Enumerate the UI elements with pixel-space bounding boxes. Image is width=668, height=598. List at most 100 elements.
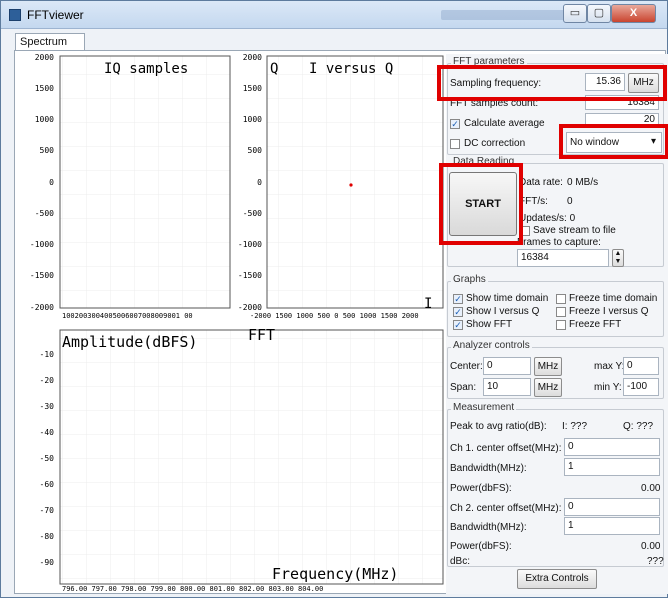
freeze-ivq-checkbox[interactable] <box>556 307 566 317</box>
tab-spectrum[interactable]: Spectrum <box>15 33 85 51</box>
save-stream-label: Save stream to file <box>533 225 616 236</box>
data-rate-label: Data rate: <box>519 177 563 188</box>
iq-ytick: 1000 <box>35 115 54 124</box>
ch2-offset-input[interactable]: 0 <box>564 498 660 516</box>
fft-ytick: -50 <box>40 454 55 463</box>
fft-x-axis-label: Frequency(MHz) <box>272 565 398 583</box>
span-input[interactable]: 10 <box>483 378 531 396</box>
graphs-title: Graphs <box>451 274 488 285</box>
highlight-sampling-frequency <box>437 65 667 101</box>
frames-to-capture-input[interactable]: 16384 <box>517 249 609 267</box>
fft-ytick: -20 <box>40 376 55 385</box>
ivq-ytick: -2000 <box>238 303 262 312</box>
highlight-window-select <box>559 124 668 159</box>
ch2-bandwidth-input[interactable]: 1 <box>564 517 660 535</box>
ivq-sample-point <box>349 183 353 187</box>
data-rate-value: 0 MB/s <box>567 177 599 188</box>
iq-plot-title: IQ samples <box>104 61 188 77</box>
ch2-power-value: 0.00 <box>641 541 661 552</box>
minimize-button[interactable]: ▭ <box>563 4 587 23</box>
iq-ytick: -2000 <box>30 303 54 312</box>
window-title: FFTviewer <box>27 8 84 22</box>
fft-xticks: 796.00 797.00 798.00 799.00 800.00 801.0… <box>62 585 323 593</box>
dc-correction-label: DC correction <box>464 138 526 149</box>
ivq-y-axis-letter: Q <box>270 61 278 77</box>
ch2-power-label: Power(dbFS): <box>450 541 512 552</box>
fft-per-second-label: FFT/s: <box>519 196 548 207</box>
ivq-ytick: 1500 <box>243 84 262 93</box>
iq-ytick: -500 <box>35 209 54 218</box>
ivq-ytick: -1500 <box>238 271 262 280</box>
maximize-button[interactable]: ▢ <box>587 4 611 23</box>
min-y-label: min Y: <box>594 382 622 393</box>
fft-ytick: -40 <box>40 428 55 437</box>
fft-y-axis-label: Amplitude(dBFS) <box>62 333 197 351</box>
fft-ytick: -70 <box>40 506 55 515</box>
calculate-average-label: Calculate average <box>464 118 545 129</box>
fft-ytick: -60 <box>40 480 55 489</box>
show-ivq-label: Show I versus Q <box>466 306 540 317</box>
min-y-input[interactable]: -100 <box>623 378 659 396</box>
freeze-fft-checkbox[interactable] <box>556 320 566 330</box>
ivq-ytick: 1000 <box>243 115 262 124</box>
fft-plot-frame <box>59 329 444 585</box>
iq-ytick: 500 <box>40 146 55 155</box>
title-bar: FFTviewer ▭ ▢ X <box>1 1 667 29</box>
iq-ytick: 0 <box>49 178 54 187</box>
dc-correction-checkbox[interactable] <box>450 139 460 149</box>
max-y-input[interactable]: 0 <box>623 357 659 375</box>
iq-samples-plot: IQ samples 2000 1500 1000 500 0 -500 -10… <box>30 53 231 320</box>
show-time-domain-checkbox[interactable]: ✓ <box>453 294 463 304</box>
app-icon <box>9 9 21 21</box>
ivq-plot-frame <box>266 55 444 309</box>
iq-plot-frame <box>59 55 231 309</box>
ivq-xticks: -2000 1500 1000 500 0 500 1000 1500 2000 <box>250 312 419 320</box>
fft-ytick: -30 <box>40 402 55 411</box>
iq-xticks: 1002003004005006007008009001 00 <box>62 312 193 320</box>
ivq-ytick: 500 <box>248 146 263 155</box>
show-fft-checkbox[interactable]: ✓ <box>453 320 463 330</box>
max-y-label: max Y: <box>594 361 625 372</box>
show-time-domain-label: Show time domain <box>466 293 549 304</box>
freeze-fft-label: Freeze FFT <box>569 319 622 330</box>
analyzer-controls-title: Analyzer controls <box>451 340 532 351</box>
ch1-power-label: Power(dbFS): <box>450 483 512 494</box>
peak-to-avg-label: Peak to avg ratio(dB): <box>450 421 547 432</box>
center-input[interactable]: 0 <box>483 357 531 375</box>
ch1-power-value: 0.00 <box>641 483 661 494</box>
fft-plot: Amplitude(dBFS) FFT -10 -20 -30 -40 -50 … <box>40 326 444 593</box>
i-versus-q-plot: Q I versus Q 2000 1500 1000 500 0 -500 -… <box>238 53 444 320</box>
updates-per-second: Updates/s: 0 <box>519 213 576 224</box>
ch2-bandwidth-label: Bandwidth(MHz): <box>450 522 527 533</box>
extra-controls-button[interactable]: Extra Controls <box>517 569 597 589</box>
frames-spinner[interactable]: ▲ ▼ <box>612 249 624 267</box>
center-unit-button[interactable]: MHz <box>534 357 562 376</box>
ivq-plot-title: I versus Q <box>309 61 393 77</box>
span-unit-button[interactable]: MHz <box>534 378 562 397</box>
iq-ytick: 2000 <box>35 53 54 62</box>
show-fft-label: Show FFT <box>466 319 513 330</box>
iq-ytick: 1500 <box>35 84 54 93</box>
center-label: Center: <box>450 361 483 372</box>
freeze-ivq-label: Freeze I versus Q <box>569 306 649 317</box>
highlight-start-button <box>439 163 523 245</box>
show-ivq-checkbox[interactable]: ✓ <box>453 307 463 317</box>
iq-ytick: -1000 <box>30 240 54 249</box>
dbc-label: dBc: <box>450 556 471 567</box>
background-window-ghost <box>441 10 581 20</box>
dbc-value: ??? <box>647 556 664 567</box>
ivq-ytick: 0 <box>257 178 262 187</box>
plots-area: IQ samples 2000 1500 1000 500 0 -500 -10… <box>30 53 444 593</box>
ivq-x-axis-letter: I <box>424 296 432 312</box>
fft-ytick: -90 <box>40 558 55 567</box>
close-button[interactable]: X <box>611 4 656 23</box>
fft-ytick: -10 <box>40 350 55 359</box>
fftviewer-window: FFTviewer ▭ ▢ X Spectrum IQ samples 2000… <box>0 0 668 598</box>
ch1-offset-input[interactable]: 0 <box>564 438 660 456</box>
ivq-ytick: -1000 <box>238 240 262 249</box>
freeze-time-domain-label: Freeze time domain <box>569 293 658 304</box>
peak-q-value: Q: ??? <box>623 421 654 432</box>
ch1-bandwidth-input[interactable]: 1 <box>564 458 660 476</box>
freeze-time-domain-checkbox[interactable] <box>556 294 566 304</box>
calculate-average-checkbox[interactable]: ✓ <box>450 119 460 129</box>
